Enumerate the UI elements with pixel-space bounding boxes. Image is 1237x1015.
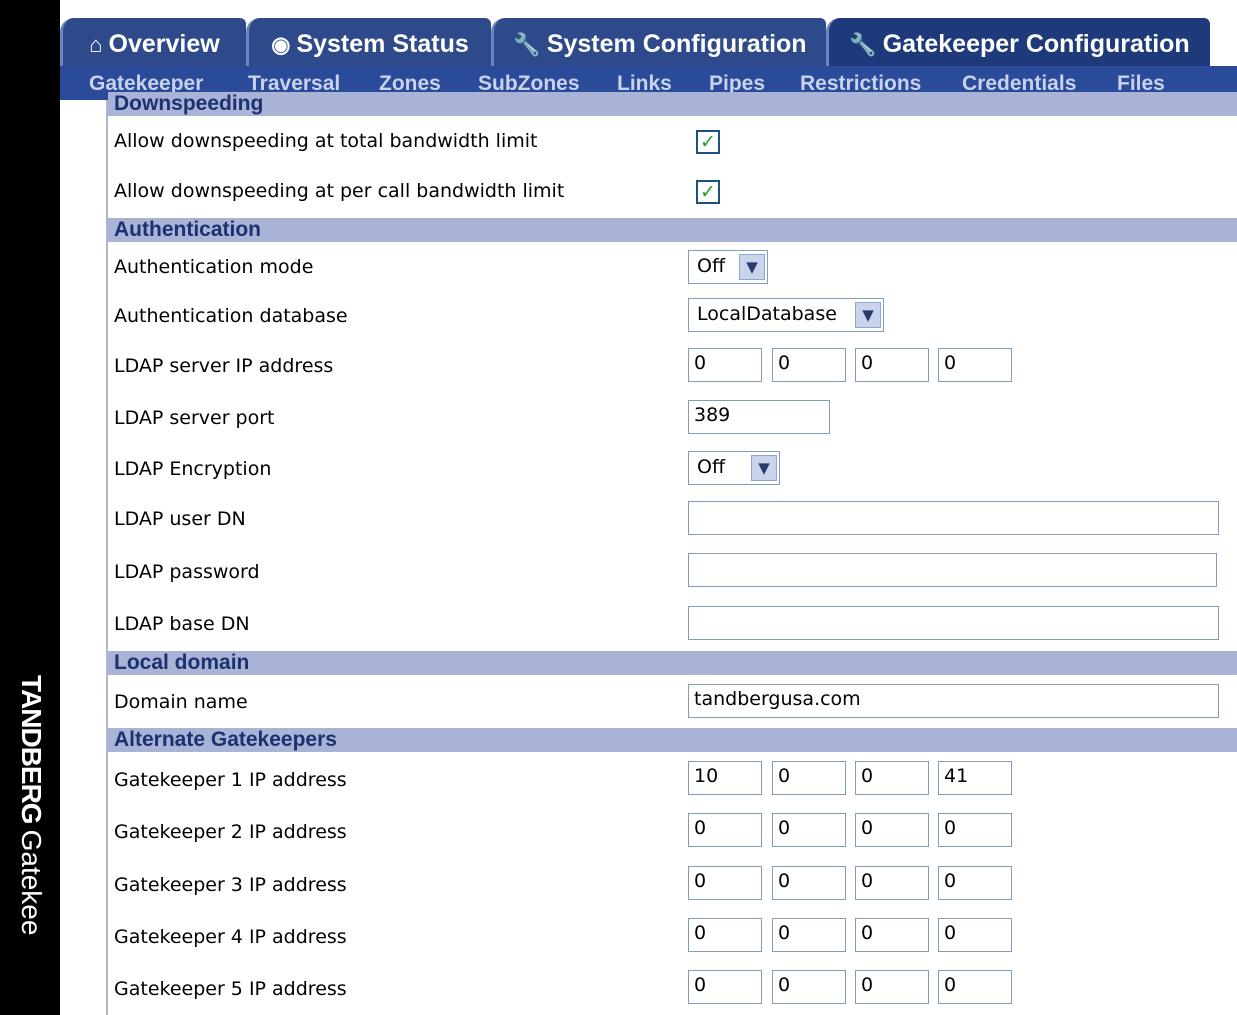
brand-name: TANDBERG <box>16 675 47 824</box>
domain-name-input[interactable]: tandbergusa.com <box>688 684 1219 718</box>
ldap-ip-octet-3[interactable]: 0 <box>855 348 929 382</box>
brand-product: Gatekee <box>16 829 47 936</box>
ldap-password-input[interactable] <box>688 553 1217 587</box>
section-header-authentication: Authentication <box>108 218 1237 242</box>
gk2-octet-2[interactable]: 0 <box>772 813 846 847</box>
auth-db-value: LocalDatabase <box>697 303 837 325</box>
tab-label: System Configuration <box>546 30 807 58</box>
tab-system-status[interactable]: ◉ System Status <box>246 18 491 66</box>
section-header-alternate-gatekeepers: Alternate Gatekeepers <box>108 728 1237 752</box>
tab-label: System Status <box>296 30 469 58</box>
downspeed-total-label: Allow downspeeding at total bandwidth li… <box>114 130 538 152</box>
ldap-port-input[interactable]: 389 <box>688 400 830 434</box>
chevron-down-icon[interactable]: ▼ <box>855 302 881 328</box>
check-icon: ✓ <box>700 181 716 203</box>
wrench-icon: 🔧 <box>513 32 541 57</box>
gk5-octet-2[interactable]: 0 <box>772 970 846 1004</box>
ldap-user-dn-input[interactable] <box>688 501 1219 535</box>
gk1-octet-1[interactable]: 10 <box>688 761 762 795</box>
gk2-label: Gatekeeper 2 IP address <box>114 821 347 843</box>
gk4-label: Gatekeeper 4 IP address <box>114 926 347 948</box>
ldap-ip-label: LDAP server IP address <box>114 355 334 377</box>
tab-label: Gatekeeper Configuration <box>882 30 1190 58</box>
sidebar: TANDBERG Gatekee <box>0 0 60 1015</box>
gk5-octet-1[interactable]: 0 <box>688 970 762 1004</box>
gk3-label: Gatekeeper 3 IP address <box>114 874 347 896</box>
tab-gatekeeper-configuration[interactable]: 🔧 Gatekeeper Configuration <box>826 18 1210 66</box>
tab-system-configuration[interactable]: 🔧 System Configuration <box>491 18 826 66</box>
auth-db-label: Authentication database <box>114 305 348 327</box>
gk4-octet-1[interactable]: 0 <box>688 918 762 952</box>
gk1-label: Gatekeeper 1 IP address <box>114 769 347 791</box>
auth-mode-value: Off <box>697 255 726 277</box>
ldap-ip-octet-1[interactable]: 0 <box>688 348 762 382</box>
downspeed-call-label: Allow downspeeding at per call bandwidth… <box>114 180 565 202</box>
tab-overview[interactable]: ⌂ Overview <box>60 18 246 66</box>
gk3-octet-3[interactable]: 0 <box>855 866 929 900</box>
gk5-label: Gatekeeper 5 IP address <box>114 978 347 1000</box>
overview-icon: ⌂ <box>89 32 103 57</box>
section-header-local-domain: Local domain <box>108 651 1237 675</box>
ldap-ip-octet-4[interactable]: 0 <box>938 348 1012 382</box>
gk3-octet-4[interactable]: 0 <box>938 866 1012 900</box>
gk3-octet-1[interactable]: 0 <box>688 866 762 900</box>
gk5-octet-4[interactable]: 0 <box>938 970 1012 1004</box>
gk1-octet-3[interactable]: 0 <box>855 761 929 795</box>
auth-db-select[interactable]: LocalDatabase ▼ <box>688 298 884 332</box>
gk2-octet-4[interactable]: 0 <box>938 813 1012 847</box>
auth-mode-label: Authentication mode <box>114 256 314 278</box>
ldap-encryption-label: LDAP Encryption <box>114 458 272 480</box>
status-icon: ◉ <box>271 32 291 57</box>
ldap-base-dn-input[interactable] <box>688 606 1219 640</box>
gk2-octet-1[interactable]: 0 <box>688 813 762 847</box>
gk1-octet-2[interactable]: 0 <box>772 761 846 795</box>
ldap-user-dn-label: LDAP user DN <box>114 508 246 530</box>
section-header-downspeeding: Downspeeding <box>108 92 1237 116</box>
chevron-down-icon[interactable]: ▼ <box>751 455 777 481</box>
ldap-encryption-value: Off <box>697 456 726 478</box>
brand-logo: TANDBERG Gatekee <box>16 675 47 936</box>
ldap-password-label: LDAP password <box>114 561 260 583</box>
gk1-octet-4[interactable]: 41 <box>938 761 1012 795</box>
gk4-octet-3[interactable]: 0 <box>855 918 929 952</box>
main-area: ⌂ Overview ◉ System Status 🔧 System Configu… <box>60 0 1237 1015</box>
domain-name-label: Domain name <box>114 691 248 713</box>
auth-mode-select[interactable]: Off ▼ <box>688 250 768 284</box>
downspeed-call-checkbox[interactable]: ✓ <box>696 180 720 204</box>
gk4-octet-4[interactable]: 0 <box>938 918 1012 952</box>
ldap-ip-octet-2[interactable]: 0 <box>772 348 846 382</box>
tab-bar: ⌂ Overview ◉ System Status 🔧 System Configu… <box>60 0 1237 66</box>
ldap-port-label: LDAP server port <box>114 407 275 429</box>
gk5-octet-3[interactable]: 0 <box>855 970 929 1004</box>
chevron-down-icon[interactable]: ▼ <box>739 254 765 280</box>
ldap-encryption-select[interactable]: Off ▼ <box>688 451 780 485</box>
settings-form: Downspeeding Allow downspeeding at total… <box>106 92 1237 1015</box>
tab-label: Overview <box>108 30 220 58</box>
gk2-octet-3[interactable]: 0 <box>855 813 929 847</box>
wrench-icon: 🔧 <box>849 32 877 57</box>
ldap-base-dn-label: LDAP base DN <box>114 613 250 635</box>
gk4-octet-2[interactable]: 0 <box>772 918 846 952</box>
downspeed-total-checkbox[interactable]: ✓ <box>696 130 720 154</box>
gk3-octet-2[interactable]: 0 <box>772 866 846 900</box>
check-icon: ✓ <box>700 131 716 153</box>
